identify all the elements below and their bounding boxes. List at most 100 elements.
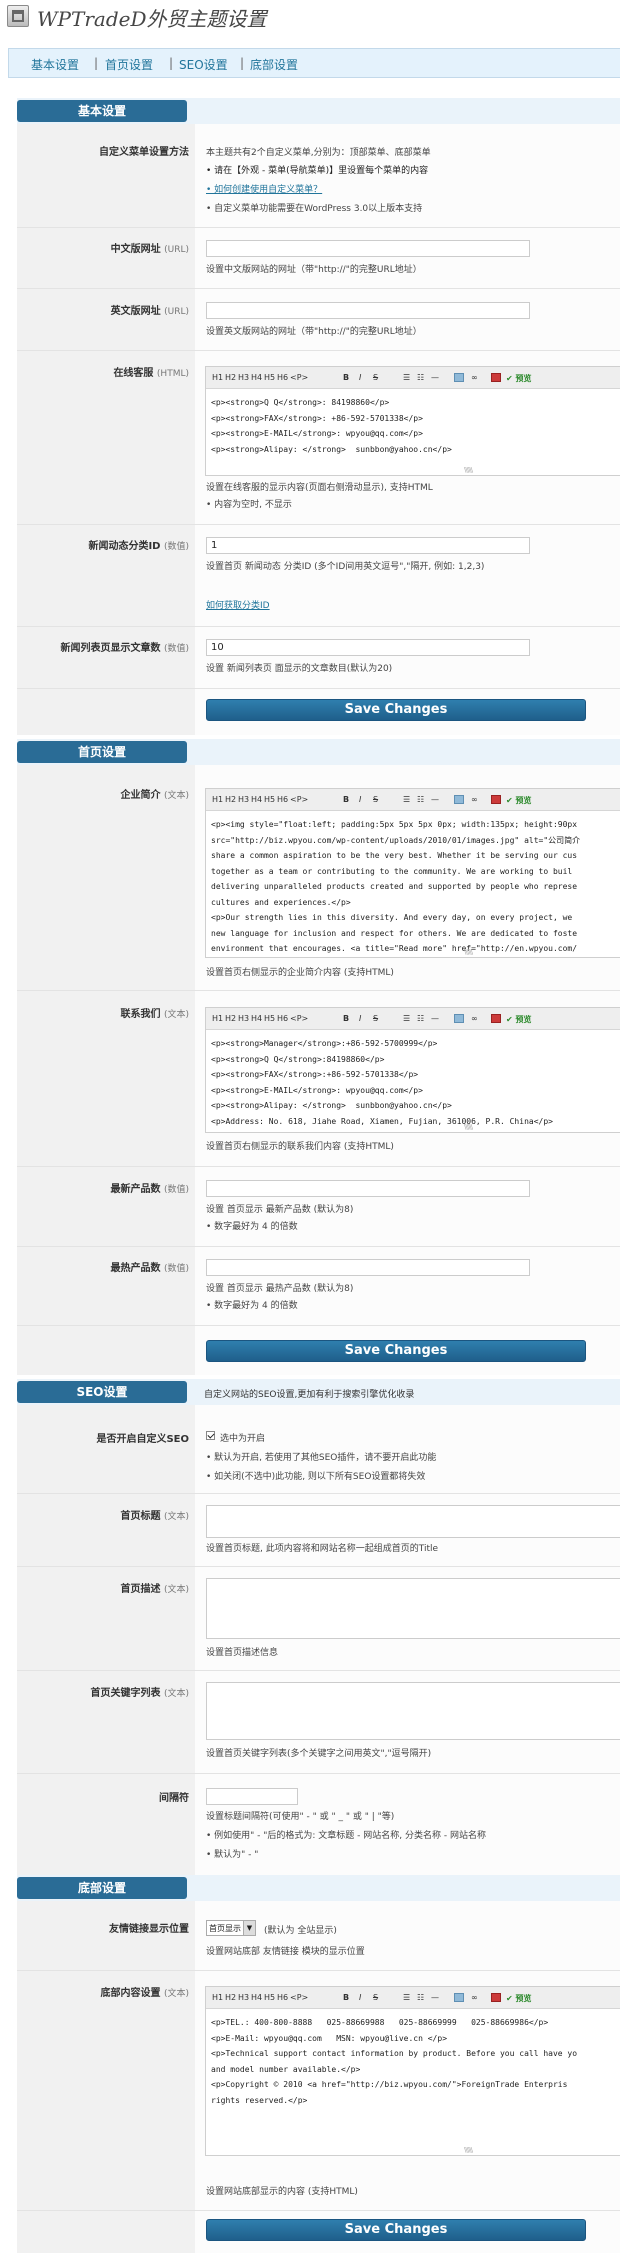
links-position-select[interactable]: 首页显示 ▼ <box>206 1920 256 1936</box>
link-icon[interactable]: ∞ <box>471 795 478 804</box>
heading-button[interactable]: H5 <box>264 373 275 382</box>
preview-button[interactable]: ✔ 预览 <box>506 1993 532 2004</box>
heading-button[interactable]: H2 <box>225 373 236 382</box>
home-title-textarea[interactable] <box>206 1505 620 1538</box>
heading-button[interactable]: H6 <box>277 373 288 382</box>
resize-grip[interactable]: \\\\\\ <box>464 466 473 474</box>
italic-button[interactable]: I <box>359 1993 361 2002</box>
image-icon[interactable] <box>454 1993 464 2002</box>
heading-button[interactable]: H2 <box>225 1014 236 1023</box>
numbered-list-icon[interactable]: ☷ <box>417 1993 424 2002</box>
resize-grip[interactable]: \\\\\\ <box>464 2146 473 2154</box>
heading-button[interactable]: H6 <box>277 1993 288 2002</box>
hot-products-input[interactable] <box>206 1259 530 1276</box>
heading-button[interactable]: H5 <box>264 1014 275 1023</box>
bold-button[interactable]: B <box>343 1993 349 2002</box>
heading-button[interactable]: H3 <box>238 1993 249 2002</box>
service-code[interactable]: <p><strong>Q Q</strong>: 84198860</p> <p>… <box>211 395 620 457</box>
hr-icon[interactable]: — <box>431 1993 439 2002</box>
hr-icon[interactable]: — <box>431 373 439 382</box>
heading-button[interactable]: H2 <box>225 795 236 804</box>
html-icon[interactable] <box>491 1993 501 2002</box>
resize-grip[interactable]: \\\\\\ <box>464 1123 473 1131</box>
italic-button[interactable]: I <box>359 1014 361 1023</box>
home-keywords-textarea[interactable] <box>206 1682 620 1740</box>
numbered-list-icon[interactable]: ☷ <box>417 1014 424 1023</box>
nav-link-basic[interactable]: 基本设置 <box>31 56 79 73</box>
nav-link-footer[interactable]: 底部设置 <box>250 56 298 73</box>
html-icon[interactable] <box>491 373 501 382</box>
heading-button[interactable]: H3 <box>238 1014 249 1023</box>
intro-code[interactable]: <p><img style="float:left; padding:5px 5… <box>211 817 620 957</box>
preview-button[interactable]: ✔ 预览 <box>506 1014 532 1025</box>
strike-button[interactable]: S <box>373 795 378 804</box>
intro-editor[interactable]: H1 H2 H3 H4 H5 H6 <P> B I S ☰ ☷ — ∞ ✔ 预览 <p><img style… <box>205 788 620 958</box>
html-icon[interactable] <box>491 795 501 804</box>
html-icon[interactable] <box>491 1014 501 1023</box>
link-icon[interactable]: ∞ <box>471 1993 478 2002</box>
seo-enable-checkbox[interactable] <box>206 1431 215 1440</box>
hr-icon[interactable]: — <box>431 1014 439 1023</box>
numbered-list-icon[interactable]: ☷ <box>417 795 424 804</box>
news-count-input[interactable] <box>206 639 530 656</box>
save-changes-button[interactable]: Save Changes <box>206 2219 586 2241</box>
resize-grip[interactable]: \\\\\\ <box>464 948 473 956</box>
heading-button[interactable]: H1 <box>212 1993 223 2002</box>
bold-button[interactable]: B <box>343 795 349 804</box>
heading-button[interactable]: <P> <box>290 795 308 804</box>
heading-button[interactable]: H6 <box>277 1014 288 1023</box>
how-to-create-menu-link[interactable]: • 如何创建使用自定义菜单？ <box>206 182 322 195</box>
nav-link-seo[interactable]: SEO设置 <box>179 56 228 73</box>
cn-site-input[interactable] <box>206 240 530 257</box>
hr-icon[interactable]: — <box>431 795 439 804</box>
preview-button[interactable]: ✔ 预览 <box>506 373 532 384</box>
link-icon[interactable]: ∞ <box>471 1014 478 1023</box>
contact-code[interactable]: <p><strong>Manager</strong>:+86-592-5700… <box>211 1036 620 1129</box>
bullet-list-icon[interactable]: ☰ <box>403 373 410 382</box>
heading-button[interactable]: H6 <box>277 795 288 804</box>
new-products-input[interactable] <box>206 1180 530 1197</box>
contact-editor[interactable]: H1 H2 H3 H4 H5 H6 <P> B I S ☰ ☷ — ∞ ✔ 预览 <p><strong>Ma… <box>205 1007 620 1133</box>
heading-button[interactable]: H3 <box>238 373 249 382</box>
bullet-list-icon[interactable]: ☰ <box>403 795 410 804</box>
strike-button[interactable]: S <box>373 1993 378 2002</box>
strike-button[interactable]: S <box>373 373 378 382</box>
heading-button[interactable]: <P> <box>290 1993 308 2002</box>
heading-button[interactable]: <P> <box>290 373 308 382</box>
bold-button[interactable]: B <box>343 1014 349 1023</box>
image-icon[interactable] <box>454 795 464 804</box>
heading-button[interactable]: <P> <box>290 1014 308 1023</box>
italic-button[interactable]: I <box>359 795 361 804</box>
footer-content-code[interactable]: <p>TEL.: 400-800-8888 025-88669988 025-8… <box>211 2015 620 2108</box>
heading-button[interactable]: H1 <box>212 373 223 382</box>
image-icon[interactable] <box>454 1014 464 1023</box>
heading-button[interactable]: H1 <box>212 795 223 804</box>
numbered-list-icon[interactable]: ☷ <box>417 373 424 382</box>
heading-button[interactable]: H5 <box>264 795 275 804</box>
footer-content-editor[interactable]: H1 H2 H3 H4 H5 H6 <P> B I S ☰ ☷ — ∞ ✔ 预览 <p>TEL.: 400-… <box>205 1986 620 2156</box>
save-changes-button[interactable]: Save Changes <box>206 1340 586 1362</box>
heading-button[interactable]: H1 <box>212 1014 223 1023</box>
heading-button[interactable]: H4 <box>251 795 262 804</box>
image-icon[interactable] <box>454 373 464 382</box>
heading-button[interactable]: H5 <box>264 1993 275 2002</box>
bold-button[interactable]: B <box>343 373 349 382</box>
separator-input[interactable] <box>206 1788 298 1805</box>
preview-button[interactable]: ✔ 预览 <box>506 795 532 806</box>
service-editor[interactable]: H1 H2 H3 H4 H5 H6 <P> B I S ☰ ☷ — ∞ ✔ 预览 <p><strong>Q … <box>205 366 620 476</box>
home-desc-textarea[interactable] <box>206 1578 620 1639</box>
save-changes-button[interactable]: Save Changes <box>206 699 586 721</box>
get-cat-id-link[interactable]: 如何获取分类ID <box>206 598 270 611</box>
heading-button[interactable]: H3 <box>238 795 249 804</box>
heading-button[interactable]: H4 <box>251 373 262 382</box>
news-cat-input[interactable] <box>206 537 530 554</box>
heading-button[interactable]: H2 <box>225 1993 236 2002</box>
heading-button[interactable]: H4 <box>251 1014 262 1023</box>
link-icon[interactable]: ∞ <box>471 373 478 382</box>
heading-button[interactable]: H4 <box>251 1993 262 2002</box>
nav-link-home[interactable]: 首页设置 <box>105 56 153 73</box>
bullet-list-icon[interactable]: ☰ <box>403 1993 410 2002</box>
en-site-input[interactable] <box>206 302 530 319</box>
bullet-list-icon[interactable]: ☰ <box>403 1014 410 1023</box>
italic-button[interactable]: I <box>359 373 361 382</box>
